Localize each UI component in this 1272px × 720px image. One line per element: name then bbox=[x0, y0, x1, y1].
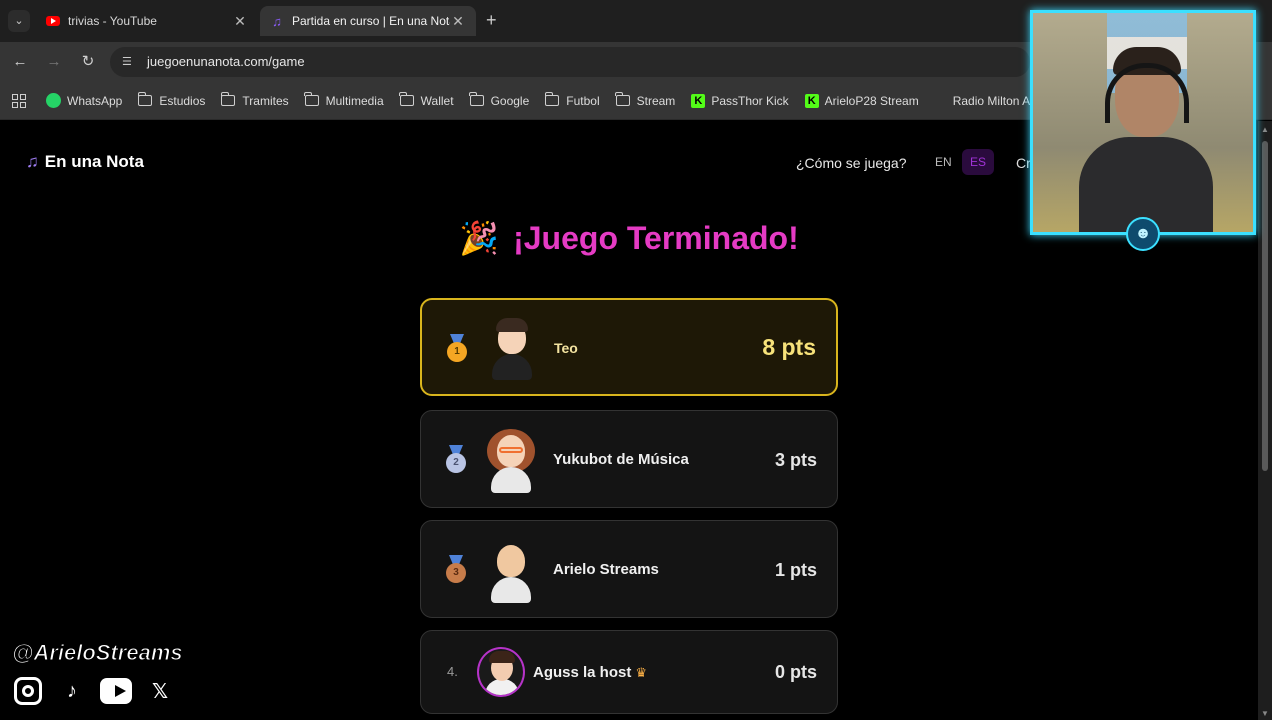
folder-icon bbox=[220, 92, 236, 106]
player-points: 1 pts bbox=[774, 560, 817, 580]
silver-medal-icon: 2 bbox=[445, 445, 467, 477]
bronze-medal-icon: 3 bbox=[445, 555, 467, 587]
music-note-favicon-icon: ♫ bbox=[272, 13, 282, 29]
player-name-row: Aguss la host ♛ bbox=[533, 664, 647, 681]
instagram-icon bbox=[12, 676, 44, 706]
gold-medal-icon: 1 bbox=[446, 334, 468, 366]
party-popper-icon: 🎉 bbox=[459, 220, 500, 256]
address-bar[interactable]: ☰ juegoenunanota.com/game bbox=[110, 47, 1030, 77]
streamer-camera bbox=[1079, 47, 1213, 232]
bookmark-tramites[interactable]: Tramites bbox=[220, 92, 289, 108]
leaderboard-row: 1 Teo 8 pts bbox=[420, 298, 838, 396]
leaderboard-row: 4. Aguss la host ♛ 0 pts bbox=[420, 630, 838, 714]
player-name: Yukubot de Música bbox=[553, 451, 689, 468]
scroll-thumb[interactable] bbox=[1262, 141, 1268, 471]
radio-icon bbox=[935, 96, 945, 106]
bookmark-wallet[interactable]: Wallet bbox=[399, 92, 454, 108]
lang-en-button[interactable]: EN bbox=[935, 155, 952, 169]
youtube-icon bbox=[100, 676, 132, 706]
folder-icon bbox=[544, 92, 560, 106]
player-points: 8 pts bbox=[762, 334, 816, 360]
close-tab-icon[interactable]: ✕ bbox=[450, 13, 466, 30]
tab-title: Partida en curso | En una Nota bbox=[292, 14, 450, 28]
close-tab-icon[interactable]: ✕ bbox=[232, 13, 248, 30]
rank-number: 4. bbox=[447, 664, 458, 679]
how-to-play-link[interactable]: ¿Cómo se juega? bbox=[796, 155, 907, 171]
brand-name: En una Nota bbox=[44, 152, 144, 171]
bookmark-futbol[interactable]: Futbol bbox=[544, 92, 600, 108]
avatar bbox=[477, 647, 525, 697]
tab-search-button[interactable]: ⌄ bbox=[8, 10, 30, 32]
avatar bbox=[488, 316, 536, 380]
streamer-badge-icon: ☻ bbox=[1126, 217, 1160, 251]
youtube-favicon-icon bbox=[46, 14, 60, 28]
folder-icon bbox=[469, 92, 484, 106]
scroll-down-icon[interactable]: ▼ bbox=[1261, 709, 1269, 718]
site-logo[interactable]: ♫ En una Nota bbox=[26, 152, 144, 172]
cut-off-nav-link[interactable]: Cr bbox=[1016, 155, 1031, 171]
folder-icon bbox=[137, 92, 153, 106]
bookmark-google[interactable]: Google bbox=[469, 92, 529, 108]
new-tab-icon[interactable]: + bbox=[486, 10, 497, 31]
bookmark-estudios[interactable]: Estudios bbox=[137, 92, 205, 108]
apps-grid-icon[interactable] bbox=[12, 93, 26, 108]
bookmark-whatsapp[interactable]: WhatsApp bbox=[46, 93, 122, 108]
player-name: Aguss la host bbox=[533, 664, 632, 681]
reload-icon[interactable]: ↻ bbox=[78, 52, 98, 72]
kick-icon: K bbox=[691, 93, 706, 108]
webcam-overlay bbox=[1030, 10, 1256, 235]
whatsapp-icon bbox=[46, 93, 61, 108]
tab-title: trivias - YouTube bbox=[68, 14, 157, 28]
tab-en-una-nota[interactable]: ♫ Partida en curso | En una Nota ✕ bbox=[260, 6, 476, 36]
scroll-up-icon[interactable]: ▲ bbox=[1261, 125, 1269, 134]
player-name: Arielo Streams bbox=[553, 561, 659, 578]
crown-icon: ♛ bbox=[635, 665, 648, 680]
bookmark-arielo-stream[interactable]: K ArieloP28 Stream bbox=[804, 93, 919, 108]
tiktok-icon: ♪ bbox=[67, 679, 77, 702]
social-overlay: @ArieloStreams ♪ 𝕏 bbox=[12, 640, 183, 706]
music-note-icon: ♫ bbox=[26, 152, 39, 171]
avatar bbox=[487, 539, 535, 603]
site-settings-icon[interactable]: ☰ bbox=[122, 55, 136, 69]
screen: ⌄ trivias - YouTube ✕ ♫ Partida en curso… bbox=[0, 0, 1272, 720]
folder-icon bbox=[304, 92, 319, 106]
bookmark-stream[interactable]: Stream bbox=[615, 92, 675, 108]
folder-icon bbox=[615, 92, 630, 106]
bookmark-multimedia[interactable]: Multimedia bbox=[304, 92, 384, 108]
forward-arrow-icon[interactable]: → bbox=[44, 52, 64, 72]
bookmark-passthor-kick[interactable]: K PassThor Kick bbox=[691, 93, 789, 108]
avatar bbox=[487, 429, 535, 493]
social-icons: ♪ 𝕏 bbox=[12, 676, 183, 706]
url-text: juegoenunanota.com/game bbox=[147, 54, 305, 69]
leaderboard-row: 3 Arielo Streams 1 pts bbox=[420, 520, 838, 618]
x-icon: 𝕏 bbox=[151, 680, 169, 703]
back-arrow-icon[interactable]: ← bbox=[10, 52, 30, 72]
stream-handle: @ArieloStreams bbox=[12, 640, 184, 666]
player-name: Teo bbox=[554, 340, 578, 356]
lang-es-button[interactable]: ES bbox=[962, 149, 994, 175]
leaderboard-row: 2 Yukubot de Música 3 pts bbox=[420, 410, 838, 508]
kick-icon: K bbox=[804, 93, 819, 108]
player-points: 0 pts bbox=[774, 662, 817, 682]
page-scrollbar[interactable]: ▲ ▼ bbox=[1258, 121, 1272, 720]
folder-icon bbox=[399, 92, 414, 106]
player-points: 3 pts bbox=[774, 450, 817, 470]
tab-youtube[interactable]: trivias - YouTube ✕ bbox=[36, 6, 258, 36]
